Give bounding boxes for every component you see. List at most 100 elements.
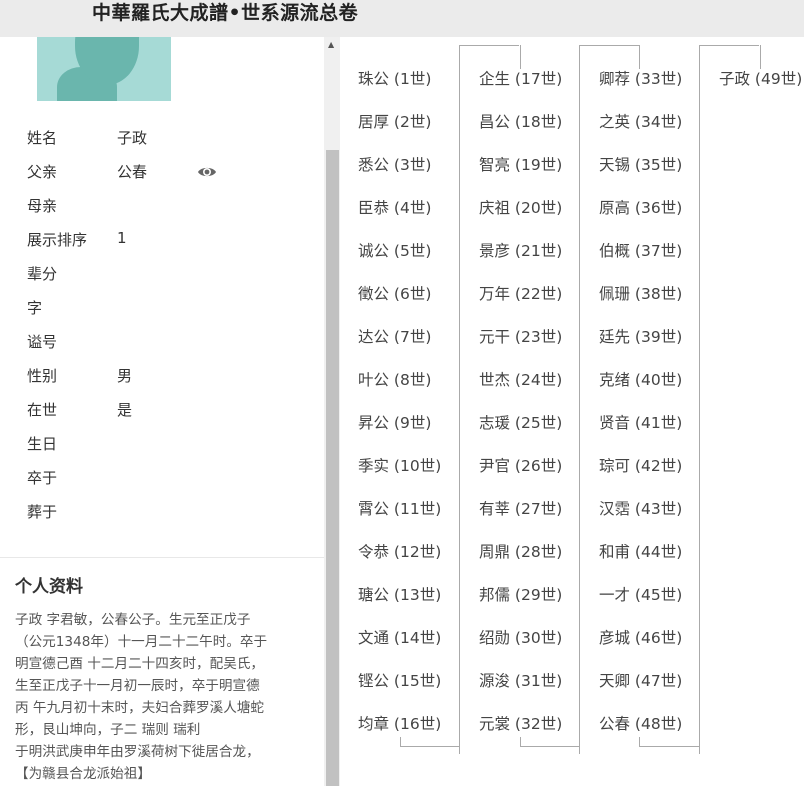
tree-connector-line [459, 45, 460, 754]
tree-connector-line [400, 737, 401, 747]
field-value: 是 [117, 401, 133, 419]
generation-node[interactable]: 叶公 (8世) [358, 368, 431, 390]
generation-node[interactable]: 万年 (22世) [479, 282, 562, 304]
field-label: 字 [27, 299, 43, 317]
generation-node[interactable]: 庆祖 (20世) [479, 196, 562, 218]
generation-node[interactable]: 一才 (45世) [599, 583, 682, 605]
generation-node[interactable]: 铿公 (15世) [358, 669, 441, 691]
field-label: 在世 [27, 401, 58, 419]
field-label: 母亲 [27, 197, 58, 215]
profile-panel: 姓名 子政父亲 公春母亲展示排序 1 辈分字谥号性别 男在世 是生日卒于葬于 个人资料 子政… [0, 37, 324, 786]
generation-node[interactable]: 元干 (23世) [479, 325, 562, 347]
generation-node[interactable]: 臣恭 (4世) [358, 196, 431, 218]
field-value: 子政 [117, 129, 148, 147]
generation-node[interactable]: 瑭公 (13世) [358, 583, 441, 605]
generation-node[interactable]: 有莘 (27世) [479, 497, 562, 519]
tree-connector-line [699, 45, 759, 46]
field-value: 1 [117, 229, 127, 247]
generation-node[interactable]: 智亮 (19世) [479, 153, 562, 175]
tree-connector-line [760, 45, 761, 69]
generation-node[interactable]: 汉霑 (43世) [599, 497, 682, 519]
field-label: 父亲 [27, 163, 58, 181]
generation-node[interactable]: 绍勋 (30世) [479, 626, 562, 648]
tree-connector-line [699, 45, 700, 754]
generation-node[interactable]: 霄公 (11世) [358, 497, 441, 519]
generation-node[interactable]: 子政 (49世) [719, 67, 802, 89]
page-title: 中華羅氏大成譜•世系源流总卷 [92, 2, 359, 24]
generation-node[interactable]: 贤音 (41世) [599, 411, 682, 433]
avatar [37, 37, 171, 101]
bio-title: 个人资料 [15, 577, 83, 597]
eye-icon[interactable] [197, 165, 217, 179]
bio-text: 子政 字君敏，公春公子。生元至正戊子 （公元1348年）十一月二十二午时。卒于 明宣… [15, 609, 315, 785]
field-label: 葬于 [27, 503, 58, 521]
generation-node[interactable]: 季实 (10世) [358, 454, 441, 476]
generation-node[interactable]: 居厚 (2世) [358, 110, 431, 132]
field-label: 生日 [27, 435, 58, 453]
generation-node[interactable]: 佩珊 (38世) [599, 282, 682, 304]
field-value: 男 [117, 367, 133, 385]
field-label: 卒于 [27, 469, 58, 487]
generation-tree: 珠公 (1世) 居厚 (2世) 悉公 (3世) 臣恭 (4世) 诚公 (5世) 徵公 (6… [340, 37, 804, 786]
scrollbar-thumb[interactable] [326, 150, 339, 786]
bio-line: 【为赣县合龙派始祖】 [15, 766, 151, 782]
generation-node[interactable]: 廷先 (39世) [599, 325, 682, 347]
divider [0, 557, 324, 558]
generation-node[interactable]: 悉公 (3世) [358, 153, 431, 175]
tree-connector-line [520, 746, 580, 747]
bio-line: （公元1348年）十一月二十二午时。卒于 [15, 634, 268, 650]
bio-line: 子政 字君敏，公春公子。生元至正戊子 [15, 612, 251, 628]
generation-node[interactable]: 徵公 (6世) [358, 282, 431, 304]
tree-connector-line [579, 45, 580, 754]
tree-connector-line [579, 45, 639, 46]
generation-node[interactable]: 周鼎 (28世) [479, 540, 562, 562]
scrollbar[interactable]: ▲ [324, 37, 340, 786]
tree-connector-line [639, 737, 640, 747]
field-label: 谥号 [27, 333, 58, 351]
generation-node[interactable]: 原高 (36世) [599, 196, 682, 218]
tree-connector-line [400, 746, 460, 747]
generation-node[interactable]: 昌公 (18世) [479, 110, 562, 132]
generation-node[interactable]: 志瑗 (25世) [479, 411, 562, 433]
generation-node[interactable]: 尹官 (26世) [479, 454, 562, 476]
bio-line: 生至正戊子十一月初一辰时，卒于明宣德 [15, 678, 260, 694]
generation-node[interactable]: 天锡 (35世) [599, 153, 682, 175]
header-bar: 中華羅氏大成譜•世系源流总卷 [0, 0, 804, 37]
tree-connector-line [459, 45, 519, 46]
generation-node[interactable]: 伯概 (37世) [599, 239, 682, 261]
generation-node[interactable]: 景彦 (21世) [479, 239, 562, 261]
generation-node[interactable]: 达公 (7世) [358, 325, 431, 347]
generation-node[interactable]: 文通 (14世) [358, 626, 441, 648]
field-label: 性别 [27, 367, 58, 385]
generation-node[interactable]: 诚公 (5世) [358, 239, 431, 261]
bio-line: 丙 午九月初十末时，夫妇合葬罗溪人塘蛇 [15, 700, 265, 716]
tree-connector-line [520, 737, 521, 747]
generation-node[interactable]: 公春 (48世) [599, 712, 682, 734]
field-label: 辈分 [27, 265, 58, 283]
field-label: 姓名 [27, 129, 58, 147]
generation-node[interactable]: 昇公 (9世) [358, 411, 431, 433]
generation-node[interactable]: 天卿 (47世) [599, 669, 682, 691]
generation-node[interactable]: 之英 (34世) [599, 110, 682, 132]
field-label: 展示排序 [27, 231, 88, 249]
bio-line: 于明洪武庚申年由罗溪荷树下徙居合龙， [15, 744, 260, 760]
generation-node[interactable]: 世杰 (24世) [479, 368, 562, 390]
generation-node[interactable]: 和甫 (44世) [599, 540, 682, 562]
generation-node[interactable]: 珠公 (1世) [358, 67, 431, 89]
generation-node[interactable]: 彦城 (46世) [599, 626, 682, 648]
generation-node[interactable]: 令恭 (12世) [358, 540, 441, 562]
generation-node[interactable]: 邦儒 (29世) [479, 583, 562, 605]
generation-node[interactable]: 琮可 (42世) [599, 454, 682, 476]
generation-node[interactable]: 企生 (17世) [479, 67, 562, 89]
generation-node[interactable]: 源浚 (31世) [479, 669, 562, 691]
generation-node[interactable]: 卿荐 (33世) [599, 67, 682, 89]
scroll-up-arrow-icon[interactable]: ▲ [328, 40, 334, 49]
tree-connector-line [639, 45, 640, 69]
field-value: 公春 [117, 163, 148, 181]
generation-node[interactable]: 元裳 (32世) [479, 712, 562, 734]
tree-connector-line [639, 746, 699, 747]
generation-node[interactable]: 克绪 (40世) [599, 368, 682, 390]
bio-line: 明宣德己酉 十二月二十四亥时，配吴氏， [15, 656, 265, 672]
generation-node[interactable]: 均章 (16世) [358, 712, 441, 734]
bio-line: 形，艮山坤向，子二 瑞则 瑞利 [15, 722, 201, 738]
